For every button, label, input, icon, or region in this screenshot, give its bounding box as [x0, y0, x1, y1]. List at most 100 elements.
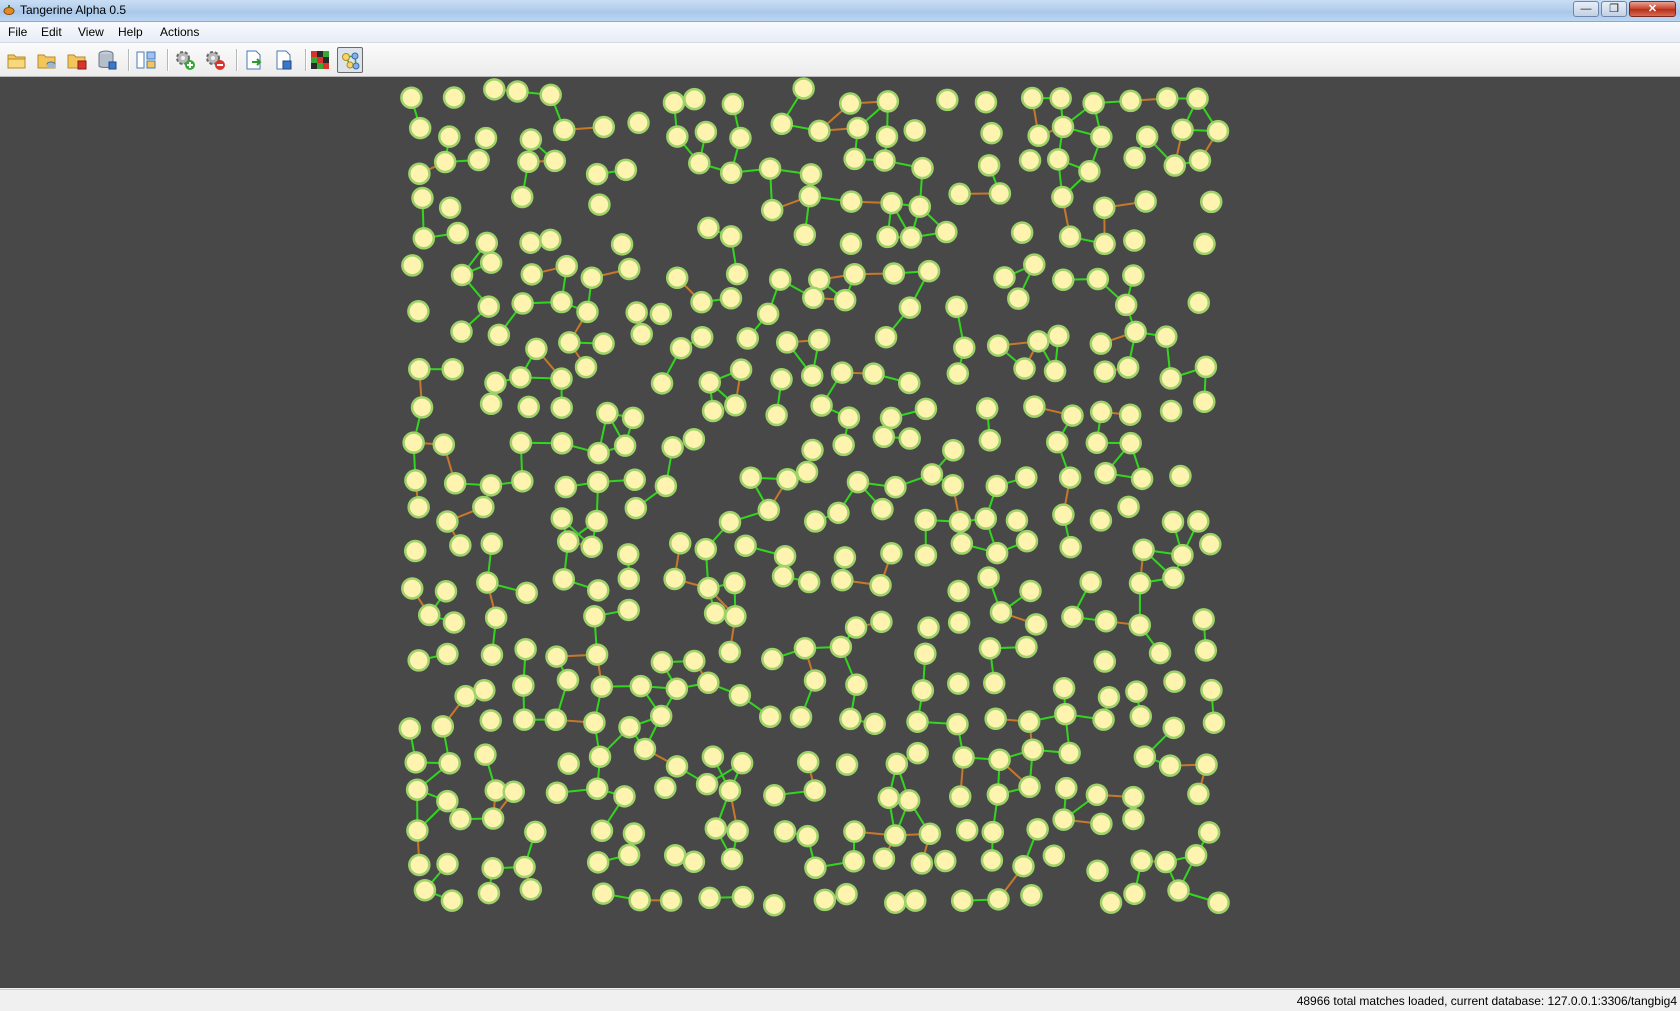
graph-node[interactable]	[409, 650, 429, 670]
graph-node[interactable]	[545, 151, 565, 171]
graph-node[interactable]	[481, 711, 501, 731]
graph-node[interactable]	[437, 511, 457, 531]
graph-node[interactable]	[987, 543, 1007, 563]
graph-node[interactable]	[452, 322, 472, 342]
graph-node[interactable]	[448, 223, 468, 243]
graph-node[interactable]	[703, 747, 723, 767]
graph-node[interactable]	[983, 822, 1003, 842]
graph-node[interactable]	[913, 158, 933, 178]
graph-node[interactable]	[1121, 433, 1141, 453]
graph-node[interactable]	[612, 234, 632, 254]
graph-node[interactable]	[762, 200, 782, 220]
graph-node[interactable]	[624, 823, 644, 843]
graph-node[interactable]	[664, 93, 684, 113]
graph-node[interactable]	[434, 435, 454, 455]
graph-node[interactable]	[1169, 881, 1189, 901]
graph-node[interactable]	[1060, 743, 1080, 763]
close-icon[interactable]: ✕	[1629, 1, 1676, 17]
graph-node[interactable]	[526, 339, 546, 359]
graph-node[interactable]	[486, 608, 506, 628]
graph-node[interactable]	[773, 566, 793, 586]
minimize-icon[interactable]: —	[1573, 1, 1599, 17]
graph-node[interactable]	[630, 890, 650, 910]
graph-node[interactable]	[1022, 88, 1042, 108]
graph-node[interactable]	[1121, 91, 1141, 111]
graph-node[interactable]	[916, 399, 936, 419]
graph-node[interactable]	[456, 686, 476, 706]
graph-node[interactable]	[1101, 893, 1121, 913]
graph-node[interactable]	[515, 857, 535, 877]
graph-node[interactable]	[552, 433, 572, 453]
graph-node[interactable]	[778, 469, 798, 489]
graph-node[interactable]	[409, 359, 429, 379]
graph-node[interactable]	[865, 714, 885, 734]
graph-node[interactable]	[627, 302, 647, 322]
graph-node[interactable]	[908, 743, 928, 763]
graph-node[interactable]	[832, 570, 852, 590]
graph-node[interactable]	[943, 440, 963, 460]
graph-node[interactable]	[1161, 368, 1181, 388]
graph-node[interactable]	[799, 572, 819, 592]
graph-node[interactable]	[402, 255, 422, 275]
graph-node[interactable]	[877, 127, 897, 147]
graph-node[interactable]	[1156, 852, 1176, 872]
graph-node[interactable]	[584, 713, 604, 733]
graph-node[interactable]	[518, 152, 538, 172]
graph-node[interactable]	[519, 397, 539, 417]
graph-node[interactable]	[832, 363, 852, 383]
graph-node[interactable]	[445, 473, 465, 493]
graph-node[interactable]	[876, 327, 896, 347]
graph-node[interactable]	[839, 408, 859, 428]
graph-node[interactable]	[772, 114, 792, 134]
graph-node[interactable]	[840, 709, 860, 729]
graph-node[interactable]	[725, 606, 745, 626]
graph-node[interactable]	[885, 893, 905, 913]
graph-node[interactable]	[1123, 809, 1143, 829]
graph-node[interactable]	[905, 891, 925, 911]
graph-node[interactable]	[1028, 331, 1048, 351]
graph-node[interactable]	[559, 332, 579, 352]
graph-node[interactable]	[576, 357, 596, 377]
graph-node[interactable]	[409, 497, 429, 517]
graph-node[interactable]	[556, 477, 576, 497]
graph-node[interactable]	[798, 752, 818, 772]
open-folder-database-icon[interactable]	[34, 47, 60, 73]
graph-node[interactable]	[587, 779, 607, 799]
graph-node[interactable]	[949, 581, 969, 601]
graph-node[interactable]	[988, 336, 1008, 356]
gear-remove-icon[interactable]	[202, 47, 228, 73]
graph-node[interactable]	[1054, 678, 1074, 698]
graph-node[interactable]	[698, 218, 718, 238]
gear-add-icon[interactable]	[172, 47, 198, 73]
graph-node[interactable]	[1197, 755, 1217, 775]
graph-node[interactable]	[661, 890, 681, 910]
graph-node[interactable]	[1091, 814, 1111, 834]
graph-node[interactable]	[1124, 884, 1144, 904]
graph-node[interactable]	[805, 858, 825, 878]
graph-node[interactable]	[444, 612, 464, 632]
graph-node[interactable]	[1019, 712, 1039, 732]
graph-node[interactable]	[547, 647, 567, 667]
graph-node[interactable]	[652, 652, 672, 672]
graph-node[interactable]	[733, 887, 753, 907]
graph-node[interactable]	[592, 821, 612, 841]
graph-node[interactable]	[1015, 359, 1035, 379]
graph-node[interactable]	[900, 429, 920, 449]
graph-node[interactable]	[482, 534, 502, 554]
graph-node[interactable]	[1188, 784, 1208, 804]
graph-node[interactable]	[760, 707, 780, 727]
graph-node[interactable]	[684, 429, 704, 449]
graph-node[interactable]	[594, 117, 614, 137]
graph-node[interactable]	[730, 128, 750, 148]
graph-node[interactable]	[667, 756, 687, 776]
graph-node[interactable]	[626, 498, 646, 518]
graph-node[interactable]	[632, 324, 652, 344]
graph-node[interactable]	[437, 644, 457, 664]
graph-node[interactable]	[522, 264, 542, 284]
graph-node[interactable]	[990, 183, 1010, 203]
graph-node[interactable]	[513, 293, 533, 313]
graph-node[interactable]	[795, 638, 815, 658]
graph-node[interactable]	[684, 89, 704, 109]
graph-node[interactable]	[1053, 505, 1073, 525]
graph-node[interactable]	[957, 820, 977, 840]
